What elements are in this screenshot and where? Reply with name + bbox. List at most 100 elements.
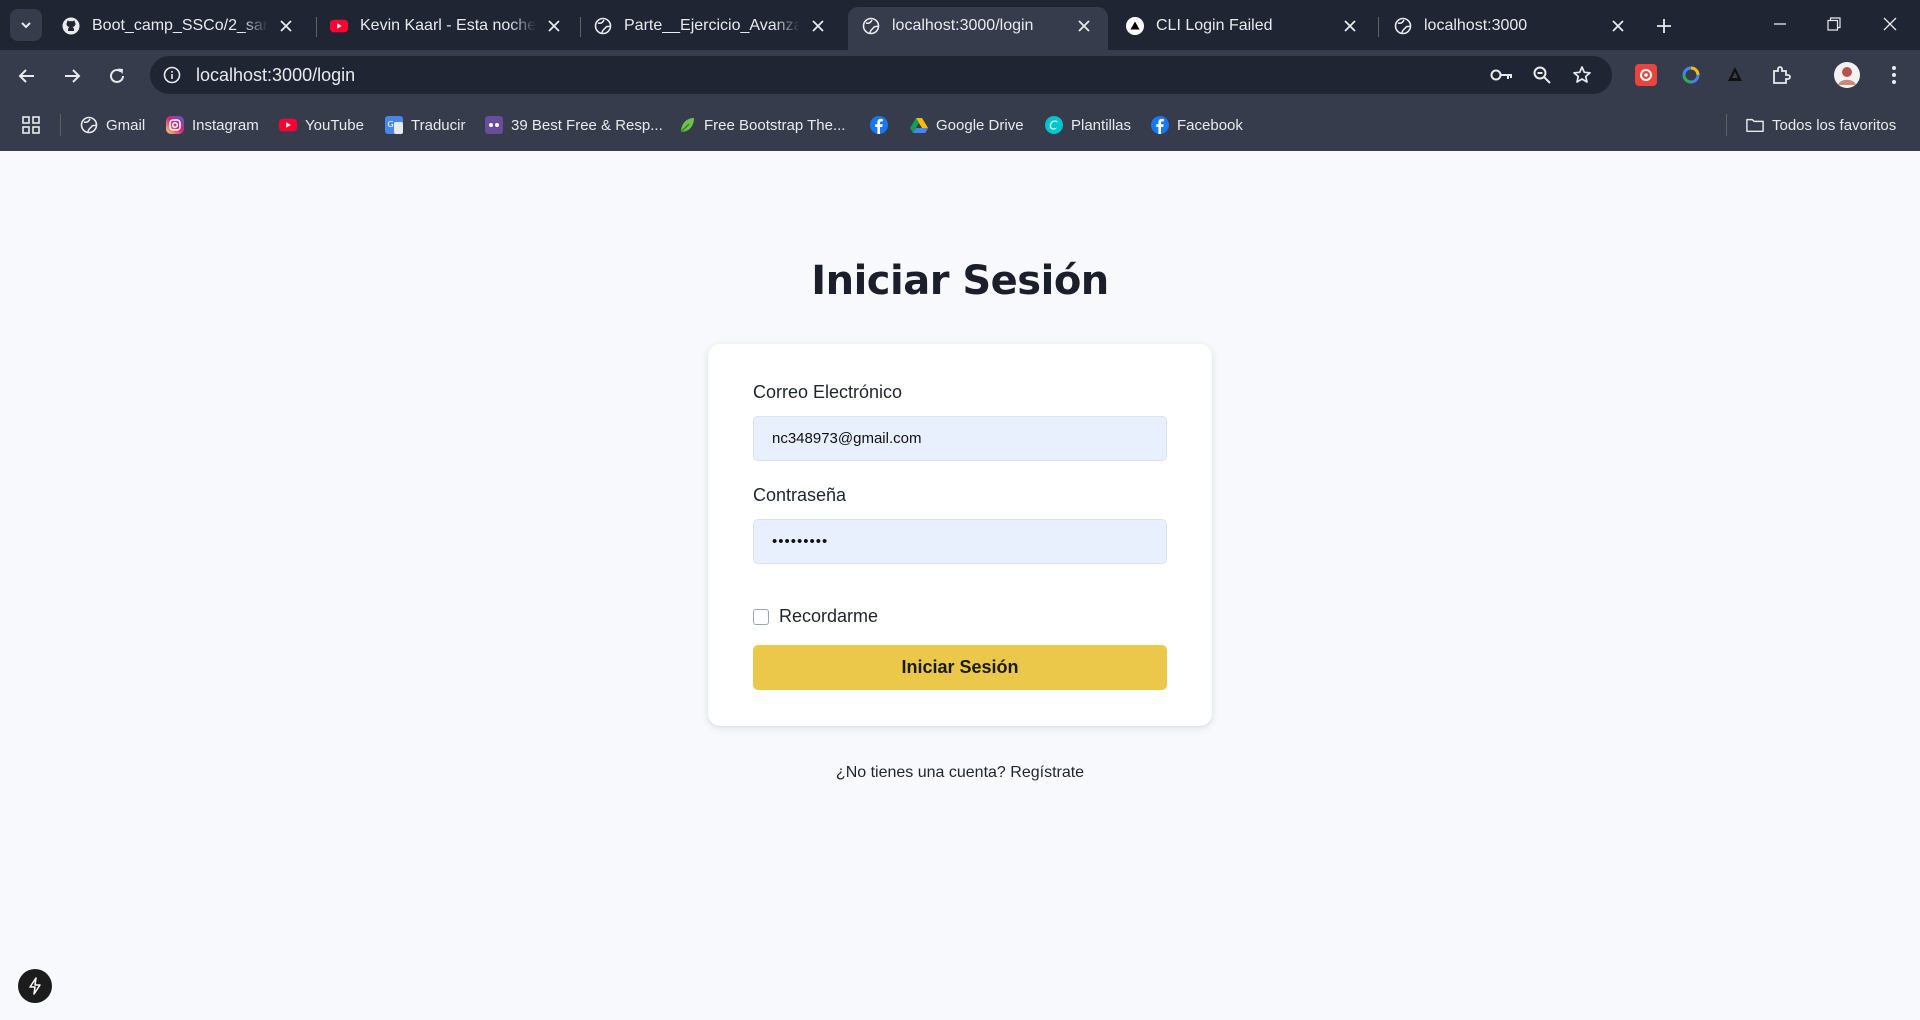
instagram-icon (166, 116, 184, 134)
all-bookmarks-label: Todos los favoritos (1772, 116, 1897, 134)
star-icon[interactable] (1570, 63, 1594, 87)
password-label: Contraseña (753, 485, 847, 505)
close-icon (1883, 17, 1897, 31)
extension-red-icon[interactable] (1634, 63, 1658, 87)
email-label: Correo Electrónico (753, 382, 903, 402)
tab-title: Boot_camp_SSCo/2_samana (92, 16, 268, 34)
site-info-icon[interactable] (160, 63, 184, 87)
forward-button[interactable] (55, 59, 89, 93)
bookmark-label: Plantillas (1071, 116, 1132, 134)
tab-search-button[interactable] (10, 9, 42, 41)
all-bookmarks-button[interactable]: Todos los favoritos (1746, 114, 1896, 136)
colorlib-icon (485, 116, 503, 134)
minimize-button[interactable] (1752, 0, 1808, 48)
apps-grid-icon (22, 116, 40, 134)
bookmark-youtube[interactable]: YouTube (279, 114, 364, 136)
extension-dark-icon[interactable] (1723, 63, 1747, 87)
bookmark-instagram[interactable]: Instagram (166, 114, 259, 136)
login-card: Correo Electrónico Contraseña Recordarme… (708, 344, 1212, 726)
tab-title: Kevin Kaarl - Esta noche (Video (360, 16, 536, 34)
new-tab-button[interactable] (1650, 12, 1678, 40)
zoom-icon[interactable] (1530, 63, 1554, 87)
bookmark-label: YouTube (305, 116, 364, 134)
remember-me-row[interactable]: Recordarme (753, 606, 878, 627)
close-icon[interactable] (276, 16, 296, 36)
bookmark-label: Gmail (106, 116, 146, 134)
remember-me-checkbox[interactable] (753, 608, 769, 625)
globe-icon (594, 17, 612, 35)
globe-icon (80, 116, 98, 134)
arrow-left-icon (18, 69, 34, 83)
extension-color-icon[interactable] (1679, 63, 1703, 87)
reload-button[interactable] (100, 59, 134, 93)
plus-icon (1657, 19, 1671, 33)
bookmark-separator (1726, 114, 1727, 136)
bookmark-facebook-icon-only[interactable] (870, 114, 896, 136)
back-button[interactable] (10, 59, 44, 93)
bookmark-traducir[interactable]: G Traducir (385, 114, 465, 136)
bookmarks-bar: Gmail Instagram YouTube G Traducir 39 Be… (0, 100, 1920, 151)
tab-title: localhost:3000 (1424, 16, 1528, 34)
bookmark-bootstrap[interactable]: Free Bootstrap The... (678, 114, 845, 136)
chevron-down-icon (21, 22, 31, 29)
lightning-bolt-icon (29, 977, 41, 995)
tab-ejercicio[interactable]: Parte__Ejercicio_Avanzado_ (580, 7, 842, 50)
bookmark-gmail[interactable]: Gmail (80, 114, 145, 136)
leaf-icon (678, 116, 696, 134)
reload-icon (110, 68, 124, 83)
close-icon[interactable] (544, 16, 564, 36)
bookmark-label: Facebook (1177, 116, 1243, 134)
svg-text:C: C (1049, 119, 1058, 133)
bookmark-label: Instagram (192, 116, 259, 134)
globe-icon (1394, 17, 1412, 35)
canva-icon: C (1045, 116, 1063, 134)
avatar[interactable] (1834, 62, 1860, 88)
bookmark-google-drive[interactable]: Google Drive (910, 114, 1024, 136)
tab-cli-login[interactable]: CLI Login Failed (1112, 7, 1374, 50)
browser-toolbar: localhost:3000/login (0, 50, 1920, 100)
extensions-puzzle-icon[interactable] (1769, 63, 1793, 87)
bookmark-facebook[interactable]: Facebook (1151, 114, 1243, 136)
tab-separator (1378, 17, 1379, 37)
login-submit-button[interactable]: Iniciar Sesión (753, 645, 1167, 690)
vercel-icon (1126, 16, 1144, 35)
close-icon[interactable] (1340, 16, 1360, 36)
restore-button[interactable] (1806, 0, 1862, 48)
facebook-icon (1151, 116, 1169, 134)
tab-github[interactable]: Boot_camp_SSCo/2_samana (48, 7, 310, 50)
folder-icon (1746, 116, 1764, 134)
tab-localhost[interactable]: localhost:3000 (1380, 7, 1642, 50)
menu-kebab-icon[interactable] (1882, 63, 1906, 87)
svg-text:G: G (388, 120, 394, 129)
bookmark-label: 39 Best Free & Resp... (511, 116, 663, 134)
close-icon[interactable] (1074, 16, 1094, 36)
close-icon[interactable] (1608, 16, 1628, 36)
tab-login[interactable]: localhost:3000/login (848, 7, 1108, 50)
signup-link[interactable]: Regístrate (1010, 764, 1084, 781)
url-text[interactable]: localhost:3000/login (196, 65, 355, 86)
key-icon[interactable] (1490, 63, 1514, 87)
arrow-right-icon (65, 69, 81, 83)
tab-youtube[interactable]: Kevin Kaarl - Esta noche (Video (316, 7, 578, 50)
bookmark-label: Free Bootstrap The... (704, 116, 846, 134)
youtube-icon (279, 116, 297, 134)
bookmark-plantillas[interactable]: C Plantillas (1045, 114, 1131, 136)
apps-button[interactable] (22, 114, 48, 136)
address-bar[interactable]: localhost:3000/login (150, 56, 1612, 94)
tab-title: Parte__Ejercicio_Avanzado_ (624, 16, 800, 34)
signup-prompt-text: ¿No tienes una cuenta? (835, 764, 1006, 781)
tab-strip: Boot_camp_SSCo/2_samana Kevin Kaarl - Es… (0, 0, 1920, 50)
bookmark-separator (60, 114, 61, 136)
close-window-button[interactable] (1862, 0, 1918, 48)
bookmark-label: Google Drive (936, 116, 1024, 134)
bookmark-label: Traducir (411, 116, 466, 134)
remember-me-label: Recordarme (779, 606, 879, 626)
github-icon (62, 17, 80, 35)
password-field[interactable] (753, 519, 1167, 564)
email-field[interactable] (753, 416, 1167, 461)
dev-tools-badge[interactable] (18, 969, 52, 1003)
tab-title: localhost:3000/login (892, 16, 1034, 34)
page-title: Iniciar Sesión (811, 258, 1109, 304)
close-icon[interactable] (808, 16, 828, 36)
bookmark-colorlib[interactable]: 39 Best Free & Resp... (485, 114, 663, 136)
